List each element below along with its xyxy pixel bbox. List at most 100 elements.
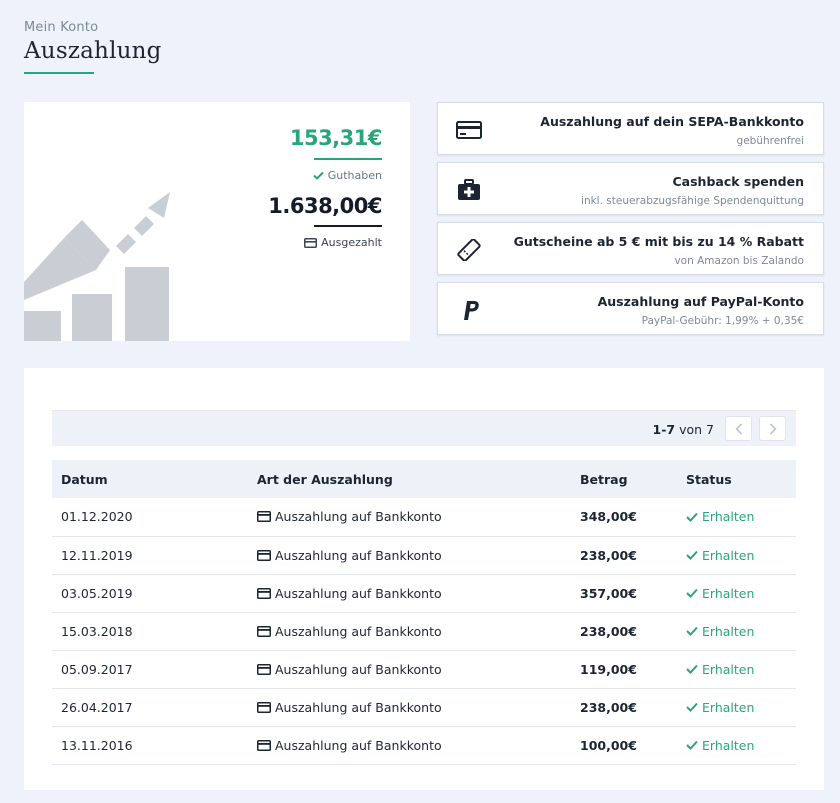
table-row: 01.12.2020 Auszahlung auf Bankkonto 348,… [52, 498, 796, 536]
row-type-cell: Auszahlung auf Bankkonto [248, 574, 571, 612]
row-status: Erhalten [702, 585, 755, 601]
paid-label-row: Ausgezahlt [304, 236, 382, 249]
option-title: Auszahlung auf PayPal-Konto [597, 294, 804, 309]
ticket-icon [457, 239, 481, 261]
row-type: Auszahlung auf Bankkonto [275, 623, 442, 639]
table-row: 26.04.2017 Auszahlung auf Bankkonto 238,… [52, 688, 796, 726]
table-row: 12.11.2019 Auszahlung auf Bankkonto 238,… [52, 536, 796, 574]
column-header-date[interactable]: Datum [52, 460, 248, 498]
checkmark-icon [686, 512, 698, 522]
growth-chart-illustration [24, 192, 170, 341]
row-status-cell: Erhalten [677, 612, 796, 650]
payout-options: Auszahlung auf dein SEPA-Bankkonto gebüh… [437, 102, 824, 342]
option-subtitle: PayPal-Gebühr: 1,99% + 0,35€ [641, 315, 804, 327]
row-type: Auszahlung auf Bankkonto [275, 661, 442, 677]
checkmark-icon [686, 550, 698, 560]
credit-card-icon [257, 663, 271, 675]
page-header: Mein Konto Auszahlung [24, 20, 162, 74]
row-type: Auszahlung auf Bankkonto [275, 737, 442, 753]
row-amount: 357,00€ [580, 585, 637, 601]
row-type: Auszahlung auf Bankkonto [275, 547, 442, 563]
table-row: 05.09.2017 Auszahlung auf Bankkonto 119,… [52, 650, 796, 688]
pagination-info: 1-7 von 7 [653, 422, 714, 437]
row-type: Auszahlung auf Bankkonto [275, 699, 442, 715]
row-type: Auszahlung auf Bankkonto [275, 585, 442, 601]
table-row: 15.03.2018 Auszahlung auf Bankkonto 238,… [52, 612, 796, 650]
row-status-cell: Erhalten [677, 726, 796, 764]
credit-card-icon [456, 121, 482, 139]
checkmark-icon [686, 588, 698, 598]
row-status-cell: Erhalten [677, 536, 796, 574]
table-row: 03.05.2019 Auszahlung auf Bankkonto 357,… [52, 574, 796, 612]
row-type-cell: Auszahlung auf Bankkonto [248, 612, 571, 650]
row-type-cell: Auszahlung auf Bankkonto [248, 498, 571, 536]
row-status-cell: Erhalten [677, 574, 796, 612]
row-date: 15.03.2018 [61, 623, 133, 639]
payout-history-table: Datum Art der Auszahlung Betrag Status 0… [52, 460, 796, 765]
credit-card-icon [257, 549, 271, 561]
pagination-of: von [679, 422, 703, 437]
checkmark-icon [313, 171, 324, 180]
credit-card-icon [257, 511, 271, 523]
credit-card-icon [304, 237, 318, 248]
paypal-icon [464, 301, 479, 320]
medical-kit-icon [458, 179, 480, 200]
option-title: Auszahlung auf dein SEPA-Bankkonto [540, 114, 804, 129]
credit-card-icon [257, 587, 271, 599]
option-title: Cashback spenden [672, 174, 805, 189]
paid-label: Ausgezahlt [321, 236, 382, 249]
credit-label-row: Guthaben [313, 169, 382, 182]
option-title: Gutscheine ab 5 € mit bis zu 14 % Rabatt [513, 234, 804, 249]
row-type-cell: Auszahlung auf Bankkonto [248, 650, 571, 688]
credit-card-icon [257, 739, 271, 751]
pagination-bar: 1-7 von 7 [52, 410, 796, 446]
row-type-cell: Auszahlung auf Bankkonto [248, 688, 571, 726]
breadcrumb[interactable]: Mein Konto [24, 20, 162, 35]
credit-underline [314, 158, 382, 160]
row-amount: 238,00€ [580, 623, 637, 639]
row-amount: 119,00€ [580, 661, 637, 677]
balance-card: 153,31€ Guthaben 1.638,00€ Ausgezahlt [24, 102, 410, 341]
row-type-cell: Auszahlung auf Bankkonto [248, 726, 571, 764]
pagination-total: 7 [706, 422, 714, 437]
checkmark-icon [686, 626, 698, 636]
payout-history-card: 1-7 von 7 Datum Art der Auszahlung Betra… [24, 368, 824, 790]
table-row: 13.11.2016 Auszahlung auf Bankkonto 100,… [52, 726, 796, 764]
row-date: 03.05.2019 [61, 585, 133, 601]
table-header-row: Datum Art der Auszahlung Betrag Status [52, 460, 796, 498]
page-title: Auszahlung [24, 38, 162, 64]
column-header-type[interactable]: Art der Auszahlung [248, 460, 571, 498]
checkmark-icon [686, 702, 698, 712]
row-status: Erhalten [702, 737, 755, 753]
row-date: 26.04.2017 [61, 699, 133, 715]
next-page-button[interactable] [759, 416, 786, 441]
row-type: Auszahlung auf Bankkonto [275, 509, 442, 525]
checkmark-icon [686, 664, 698, 674]
row-date: 01.12.2020 [61, 509, 133, 525]
option-subtitle: gebührenfrei [736, 135, 804, 147]
option-donate[interactable]: Cashback spenden inkl. steuerabzugsfähig… [437, 162, 824, 215]
paid-value: 1.638,00€ [268, 194, 382, 218]
option-paypal[interactable]: Auszahlung auf PayPal-Konto PayPal-Gebüh… [437, 282, 824, 335]
row-status-cell: Erhalten [677, 498, 796, 536]
column-header-status[interactable]: Status [677, 460, 796, 498]
row-status: Erhalten [702, 623, 755, 639]
row-type-cell: Auszahlung auf Bankkonto [248, 536, 571, 574]
row-status-cell: Erhalten [677, 650, 796, 688]
credit-value: 153,31€ [289, 126, 383, 150]
row-amount: 348,00€ [580, 509, 637, 525]
chevron-left-icon [734, 422, 742, 435]
credit-card-icon [257, 625, 271, 637]
checkmark-icon [686, 740, 698, 750]
row-date: 13.11.2016 [61, 737, 133, 753]
previous-page-button[interactable] [725, 416, 752, 441]
option-sepa[interactable]: Auszahlung auf dein SEPA-Bankkonto gebüh… [437, 102, 824, 155]
option-vouchers[interactable]: Gutscheine ab 5 € mit bis zu 14 % Rabatt… [437, 222, 824, 275]
row-status: Erhalten [702, 699, 755, 715]
chevron-right-icon [769, 422, 777, 435]
column-header-amount[interactable]: Betrag [571, 460, 677, 498]
row-date: 05.09.2017 [61, 661, 133, 677]
table-body: 01.12.2020 Auszahlung auf Bankkonto 348,… [52, 498, 796, 764]
pagination-range: 1-7 [652, 422, 676, 437]
credit-label: Guthaben [327, 169, 382, 182]
